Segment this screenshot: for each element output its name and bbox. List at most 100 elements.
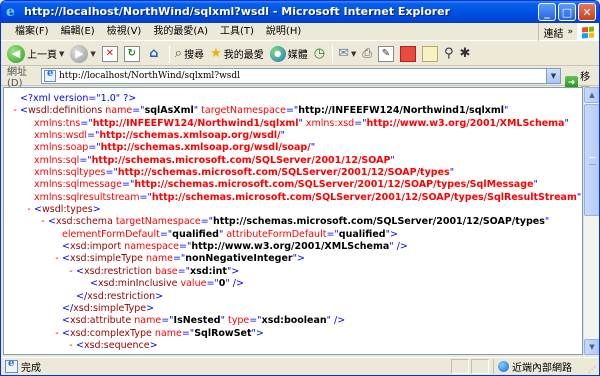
menu-bar: 檔案(F) 編輯(E) 檢視(V) 我的最愛(A) 工具(T) 說明(H) 連結…: [1, 23, 599, 41]
xml-line-text: xmlns:soap="http://schemas.xmlsoap.org/w…: [34, 142, 316, 154]
address-label: 網址(D): [7, 67, 27, 89]
status-pane: [451, 359, 469, 374]
window-title: http://localhost/NorthWind/sqlxml?wsdl -…: [24, 5, 451, 18]
xml-line: xmlns:wsdl="http://schemas.xmlsoap.org/w…: [10, 130, 582, 142]
xml-line[interactable]: - <wsdl:types>: [10, 204, 582, 216]
xml-line-text: xmlns:sqltypes="http://schemas.microsoft…: [34, 167, 455, 179]
title-bar[interactable]: e http://localhost/NorthWind/sqlxml?wsdl…: [1, 1, 599, 23]
scroll-down-button[interactable]: ▼: [584, 339, 599, 355]
collapse-toggle[interactable]: -: [24, 204, 34, 216]
status-pane: [471, 359, 489, 374]
page-icon: [44, 68, 56, 82]
refresh-button[interactable]: ↻: [122, 43, 142, 65]
research-button[interactable]: ⚲: [442, 43, 456, 65]
xml-line: <xsd:import namespace="http://www.w3.org…: [10, 241, 582, 253]
address-url[interactable]: http://localhost/NorthWind/sqlxml?wsdl: [59, 71, 240, 81]
tools-icon: ✱: [459, 46, 471, 61]
collapse-toggle[interactable]: -: [52, 253, 62, 265]
collapse-toggle[interactable]: -: [66, 266, 76, 278]
maximize-button[interactable]: □: [558, 3, 576, 21]
tools-button[interactable]: ✱: [458, 43, 473, 65]
xml-line-text: <xsd:import namespace="http://www.w3.org…: [62, 241, 408, 253]
media-globe-icon: ●: [269, 45, 286, 62]
stop-icon: ✕: [101, 45, 118, 62]
xml-line: xmlns:soap="http://schemas.xmlsoap.org/w…: [10, 142, 582, 154]
xml-line-text: xmlns:sqlmessage="http://schemas.microso…: [34, 179, 538, 191]
menu-view[interactable]: 檢視(V): [101, 23, 148, 41]
xml-line-text: <wsdl:types>: [34, 204, 101, 216]
xml-line[interactable]: - <wsdl:definitions name="sqlAsXml" targe…: [10, 105, 582, 117]
edit-button[interactable]: ✎: [376, 43, 396, 65]
xml-line[interactable]: - <xsd:schema targetNamespace="http://sch…: [10, 216, 582, 228]
xml-line-text: <xsd:restriction base="xsd:int">: [76, 265, 240, 277]
media-button[interactable]: ● 媒體: [268, 43, 310, 65]
home-button[interactable]: ⌂: [144, 43, 164, 65]
address-dropdown-icon[interactable]: ▼: [546, 69, 560, 83]
menu-help[interactable]: 說明(H): [260, 23, 307, 41]
security-zone-label: 近端內部網路: [512, 363, 572, 374]
page-done-icon: [5, 358, 18, 373]
toolbar-separator-2: [332, 44, 334, 63]
address-input[interactable]: http://localhost/NorthWind/sqlxml?wsdl ▼: [41, 68, 561, 84]
minimize-button[interactable]: _: [538, 3, 556, 21]
xml-line-text: <?xml version="1.0" ?>: [20, 93, 137, 104]
xml-line[interactable]: - <xsd:sequence>: [10, 340, 582, 352]
resize-grip-icon[interactable]: ⋰: [588, 365, 596, 374]
xml-line-text: <xsd:simpleType name="nonNegativeInteger…: [62, 253, 305, 265]
xml-line[interactable]: - <xsd:complexType name="SqlRowSet">: [10, 328, 582, 340]
printer-icon: ⎙: [362, 46, 372, 60]
menu-tools[interactable]: 工具(T): [214, 23, 260, 41]
xml-line[interactable]: - <xsd:simpleType name="nonNegativeIntege…: [10, 253, 582, 265]
collapse-toggle[interactable]: -: [66, 340, 76, 352]
xml-line-text: <xsd:attribute name="IsNested" type="xsd…: [62, 315, 346, 327]
back-label: 上一頁: [27, 50, 57, 61]
xml-line: </xsd:restriction>: [10, 291, 582, 303]
media-label: 媒體: [287, 50, 308, 61]
messenger-icon: [421, 45, 438, 62]
research-icon: ⚲: [443, 46, 454, 61]
close-button[interactable]: ✕: [578, 3, 596, 21]
menu-file[interactable]: 檔案(F): [9, 23, 55, 41]
forward-dropdown-icon[interactable]: ▼: [90, 50, 95, 58]
links-button[interactable]: 連結: [539, 25, 567, 40]
refresh-icon: ↻: [123, 45, 140, 62]
xml-line-text: </xsd:simpleType>: [62, 302, 155, 314]
mail-dropdown-icon[interactable]: ▼: [351, 50, 356, 58]
stop-button[interactable]: ✕: [100, 43, 120, 65]
discuss-button[interactable]: [398, 43, 418, 65]
status-bar: 完成 近端內部網路 ⋰: [1, 357, 599, 375]
menu-edit[interactable]: 編輯(E): [55, 23, 101, 41]
xml-line[interactable]: - <xsd:restriction base="xsd:int">: [10, 266, 582, 278]
xml-line-text: elementFormDefault="qualified" attribute…: [62, 228, 398, 240]
mail-icon: ✉: [338, 46, 349, 61]
collapse-toggle[interactable]: -: [52, 328, 62, 340]
collapse-toggle[interactable]: -: [38, 216, 48, 228]
xml-line-text: <xsd:sequence>: [76, 339, 158, 351]
back-dropdown-icon[interactable]: ▼: [59, 50, 64, 58]
scroll-up-button[interactable]: ▲: [584, 87, 599, 103]
forward-button[interactable]: ▶ ▼: [68, 43, 97, 65]
collapse-toggle[interactable]: -: [10, 105, 20, 117]
xml-line: <xsd:minInclusive value="0" />: [10, 278, 582, 290]
xml-line: xmlns:sqltypes="http://schemas.microsoft…: [10, 167, 582, 179]
history-button[interactable]: ◷: [312, 43, 327, 65]
status-text: 完成: [21, 363, 41, 374]
scroll-thumb[interactable]: [584, 104, 599, 216]
xml-line: </xsd:simpleType>: [10, 303, 582, 315]
xml-line: xmlns:sqlmessage="http://schemas.microso…: [10, 179, 582, 191]
xml-line-text: <xsd:schema targetNamespace="http://sche…: [48, 216, 550, 228]
back-button[interactable]: ◀ 上一頁 ▼: [5, 43, 66, 65]
messenger-button[interactable]: [420, 43, 440, 65]
vertical-scrollbar[interactable]: ▲ ▼: [583, 87, 599, 355]
history-clock-icon: ◷: [313, 46, 326, 61]
links-chevron-icon[interactable]: »: [567, 27, 577, 37]
mail-button[interactable]: ✉ ▼: [336, 43, 358, 65]
search-icon: ⌕: [174, 46, 183, 61]
print-button[interactable]: ⎙: [360, 43, 374, 65]
favorites-button[interactable]: ★ 我的最愛: [208, 43, 266, 65]
search-button[interactable]: ⌕ 搜尋: [173, 43, 206, 65]
xml-line-text: <wsdl:definitions name="sqlAsXml" target…: [20, 105, 509, 117]
ie-window: e http://localhost/NorthWind/sqlxml?wsdl…: [0, 0, 600, 376]
xml-content-area[interactable]: <?xml version="1.0" ?> - <wsdl:definitions…: [3, 87, 583, 355]
menu-favorites[interactable]: 我的最愛(A): [147, 23, 214, 41]
